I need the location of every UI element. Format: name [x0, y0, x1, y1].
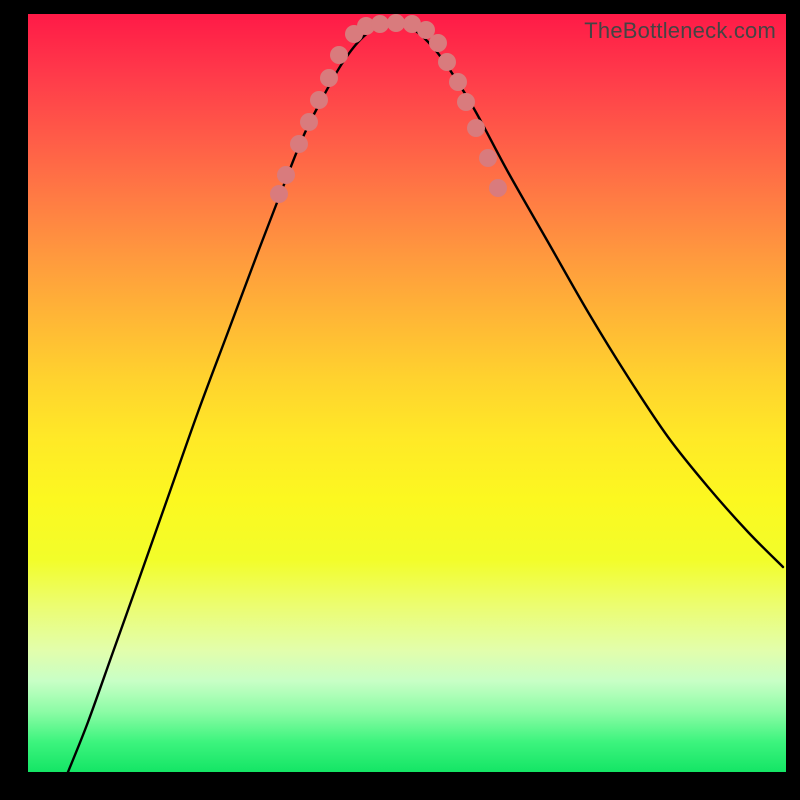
plot-area: TheBottleneck.com	[28, 14, 786, 772]
curve-marker	[330, 46, 348, 64]
curve-marker	[270, 185, 288, 203]
curve-marker	[479, 149, 497, 167]
curve-layer	[28, 14, 786, 772]
curve-marker	[290, 135, 308, 153]
curve-marker	[429, 34, 447, 52]
curve-markers	[270, 14, 507, 203]
chart-frame: TheBottleneck.com	[0, 0, 800, 800]
curve-marker	[489, 179, 507, 197]
curve-marker	[449, 73, 467, 91]
curve-marker	[371, 15, 389, 33]
curve-marker	[387, 14, 405, 32]
curve-marker	[300, 113, 318, 131]
curve-marker	[467, 119, 485, 137]
bottleneck-curve	[68, 22, 783, 772]
curve-marker	[277, 166, 295, 184]
curve-marker	[438, 53, 456, 71]
curve-marker	[457, 93, 475, 111]
curve-marker	[320, 69, 338, 87]
curve-marker	[310, 91, 328, 109]
